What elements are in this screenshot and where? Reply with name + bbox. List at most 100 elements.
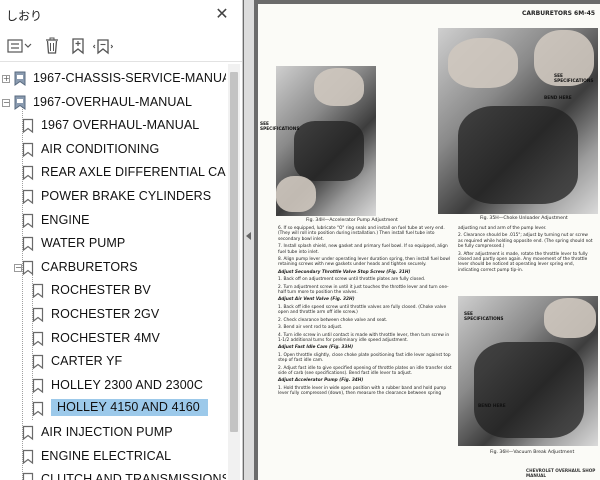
bookmark-label: AIR CONDITIONING xyxy=(41,141,160,156)
bookmark-icon xyxy=(22,189,34,205)
bookmark-item[interactable]: HOLLEY 4150 AND 4160 xyxy=(0,398,226,420)
bookmark-item[interactable]: ENGINE ELECTRICAL xyxy=(0,446,226,468)
expand-bookmark-icon xyxy=(93,39,113,55)
bookmark-label: 1967 OVERHAUL-MANUAL xyxy=(41,118,200,133)
bookmarks-toolbar xyxy=(0,30,242,62)
bookmark-label: 1967-CHASSIS-SERVICE-MANUAL xyxy=(33,71,226,85)
collapse-arrow-icon[interactable] xyxy=(246,232,251,240)
paragraph: 2. Clearance should be .015"; adjust by … xyxy=(458,233,593,250)
delete-bookmark-button[interactable] xyxy=(42,35,62,57)
paragraph: 2. Adjust fast idle to give specified op… xyxy=(278,365,452,376)
paragraph: 2. Check clearance between choke valve a… xyxy=(278,317,388,323)
bookmark-label: WATER PUMP xyxy=(41,236,126,251)
bookmark-label: CLUTCH AND TRANSMISSIONS xyxy=(41,472,226,480)
section-heading: Adjust Air Vent Valve (Fig. 32H) xyxy=(278,297,355,303)
section-heading: Adjust Accelerator Pump (Fig. 34H) xyxy=(278,378,364,384)
paragraph: 1. Hold throttle lever in wide open posi… xyxy=(278,385,447,397)
bookmark-label: ROCHESTER 2GV xyxy=(51,307,160,321)
bookmark-icon xyxy=(32,355,44,370)
bookmark-icon xyxy=(22,213,34,228)
text-column-left: 6. If so equipped, lubricate "O" ring se… xyxy=(278,226,454,399)
bookmark-label: ENGINE ELECTRICAL xyxy=(41,448,172,463)
paragraph: 8. Align pump lever under operating leve… xyxy=(278,257,451,268)
callout-see-specifications: SEE SPECIFICATIONS xyxy=(464,312,504,322)
bookmark-item[interactable]: ROCHESTER BV xyxy=(0,280,226,302)
callout-see-specifications: SEE SPECIFICATIONS xyxy=(554,74,594,84)
bookmark-item[interactable]: +1967-CHASSIS-SERVICE-MANUAL xyxy=(0,68,226,90)
bookmark-item[interactable]: − CARBURETORS xyxy=(0,257,226,279)
bookmark-tree: +1967-CHASSIS-SERVICE-MANUAL − 1967-OVERHA… xyxy=(0,64,226,480)
close-icon[interactable]: ✕ xyxy=(212,4,232,24)
paragraph: 1. Open throttle slightly, close choke p… xyxy=(278,352,451,364)
bookmark-icon xyxy=(22,142,34,158)
options-menu-icon xyxy=(7,39,32,53)
callout-bend-here: BEND HERE xyxy=(544,96,572,101)
bookmark-icon xyxy=(22,166,34,181)
bookmark-item[interactable]: POWER BRAKE CYLINDERS xyxy=(0,186,226,208)
expand-bookmark-button[interactable] xyxy=(92,35,114,57)
bookmark-item[interactable]: CARTER YF xyxy=(0,351,226,373)
paragraph: adjusting nut and arm of the pump lever. xyxy=(458,226,547,231)
bookmark-label: ROCHESTER 4MV xyxy=(51,330,160,345)
bookmarks-panel-title: しおり xyxy=(6,9,43,23)
collapse-toggle-icon[interactable]: − xyxy=(14,263,22,272)
bookmark-item[interactable]: − 1967-OVERHAUL-MANUAL xyxy=(0,92,226,114)
bookmark-item[interactable]: ROCHESTER 4MV xyxy=(0,328,226,350)
paragraph: 1. Back off on adjustment screw until th… xyxy=(278,277,426,283)
bookmark-label: CARTER YF xyxy=(51,354,123,369)
bookmark-item[interactable]: AIR INJECTION PUMP xyxy=(0,422,226,444)
paragraph: 7. Install splash shield, new gasket and… xyxy=(278,244,448,255)
figure-carburetor xyxy=(474,342,584,438)
paragraph: 3. After adjustment is made, rotate the … xyxy=(458,251,588,273)
bookmarks-panel-header: しおり ✕ xyxy=(0,0,242,30)
bookmark-icon xyxy=(22,449,34,464)
figure-hand xyxy=(544,298,596,338)
figure-hand xyxy=(448,38,518,88)
bookmark-label: AIR INJECTION PUMP xyxy=(41,425,173,439)
paragraph: 2. Turn adjustment screw in until it jus… xyxy=(278,284,449,296)
bookmark-label: 1967-OVERHAUL-MANUAL xyxy=(33,94,192,109)
paragraph: 6. If so equipped, lubricate "O" ring se… xyxy=(278,226,445,242)
options-menu-button[interactable] xyxy=(6,35,34,57)
panel-splitter[interactable] xyxy=(244,0,254,480)
pdf-bookmark-icon xyxy=(14,95,26,110)
bookmark-icon xyxy=(32,284,44,299)
section-heading: Adjust Fast Idle Cam (Fig. 33H) xyxy=(278,345,354,351)
bookmark-icon xyxy=(22,473,34,480)
bookmark-icon xyxy=(32,402,44,417)
trash-icon xyxy=(46,37,58,54)
figure-carburetor xyxy=(458,106,578,204)
bookmark-item[interactable]: AIR CONDITIONING xyxy=(0,139,226,161)
section-heading: Adjust Secondary Throttle Valve Stop Scr… xyxy=(278,269,411,275)
bookmark-item[interactable]: ROCHESTER 2GV xyxy=(0,304,226,326)
scrollbar-thumb[interactable] xyxy=(230,72,238,432)
bookmark-label: ENGINE xyxy=(41,212,90,227)
bookmark-label: ROCHESTER BV xyxy=(51,283,151,298)
paragraph: 3. Bend air vent rod to adjust. xyxy=(278,325,343,331)
bookmark-item[interactable]: REAR AXLE DIFFERENTIAL CARRIER xyxy=(0,162,226,184)
bookmark-label: HOLLEY 2300 AND 2300C xyxy=(51,377,203,392)
figure-36h-caption: Fig. 36H—Vacuum Break Adjustment xyxy=(490,450,575,455)
collapse-toggle-icon[interactable]: − xyxy=(2,98,10,107)
bookmark-icon xyxy=(22,260,34,276)
bookmark-item[interactable]: CLUTCH AND TRANSMISSIONS xyxy=(0,469,226,480)
bookmark-label: POWER BRAKE CYLINDERS xyxy=(41,189,212,203)
bookmark-label: CARBURETORS xyxy=(41,259,138,274)
bookmark-icon xyxy=(22,425,34,441)
bookmarks-scrollbar[interactable] xyxy=(228,64,240,480)
paragraph: 4. Turn idle screw in until contact is m… xyxy=(278,332,450,343)
figure-34h-caption: Fig. 34H—Accelerator Pump Adjustment xyxy=(306,218,398,223)
expand-toggle-icon[interactable]: + xyxy=(2,75,10,83)
figure-35h-caption: Fig. 35H—Choke Unloader Adjustment xyxy=(480,216,568,221)
bookmark-icon xyxy=(22,237,34,252)
figure-hand xyxy=(276,176,316,212)
bookmark-item[interactable]: HOLLEY 2300 AND 2300C xyxy=(0,375,226,397)
bookmark-item[interactable]: ENGINE xyxy=(0,210,226,232)
paragraph: 1. Back off idle speed screw until throt… xyxy=(278,304,447,316)
document-page: CARBURETORS 6M-45 SEE SPECIFICATIONS SEE… xyxy=(258,4,600,480)
bookmark-item[interactable]: WATER PUMP xyxy=(0,233,226,255)
bookmark-item[interactable]: 1967 OVERHAUL-MANUAL xyxy=(0,115,226,137)
pdf-viewer-window: しおり ✕ + 1967-CHASSIS-SERVICE-MANUAL − 19… xyxy=(0,0,600,480)
new-bookmark-icon xyxy=(72,38,84,55)
new-bookmark-button[interactable] xyxy=(68,35,88,57)
